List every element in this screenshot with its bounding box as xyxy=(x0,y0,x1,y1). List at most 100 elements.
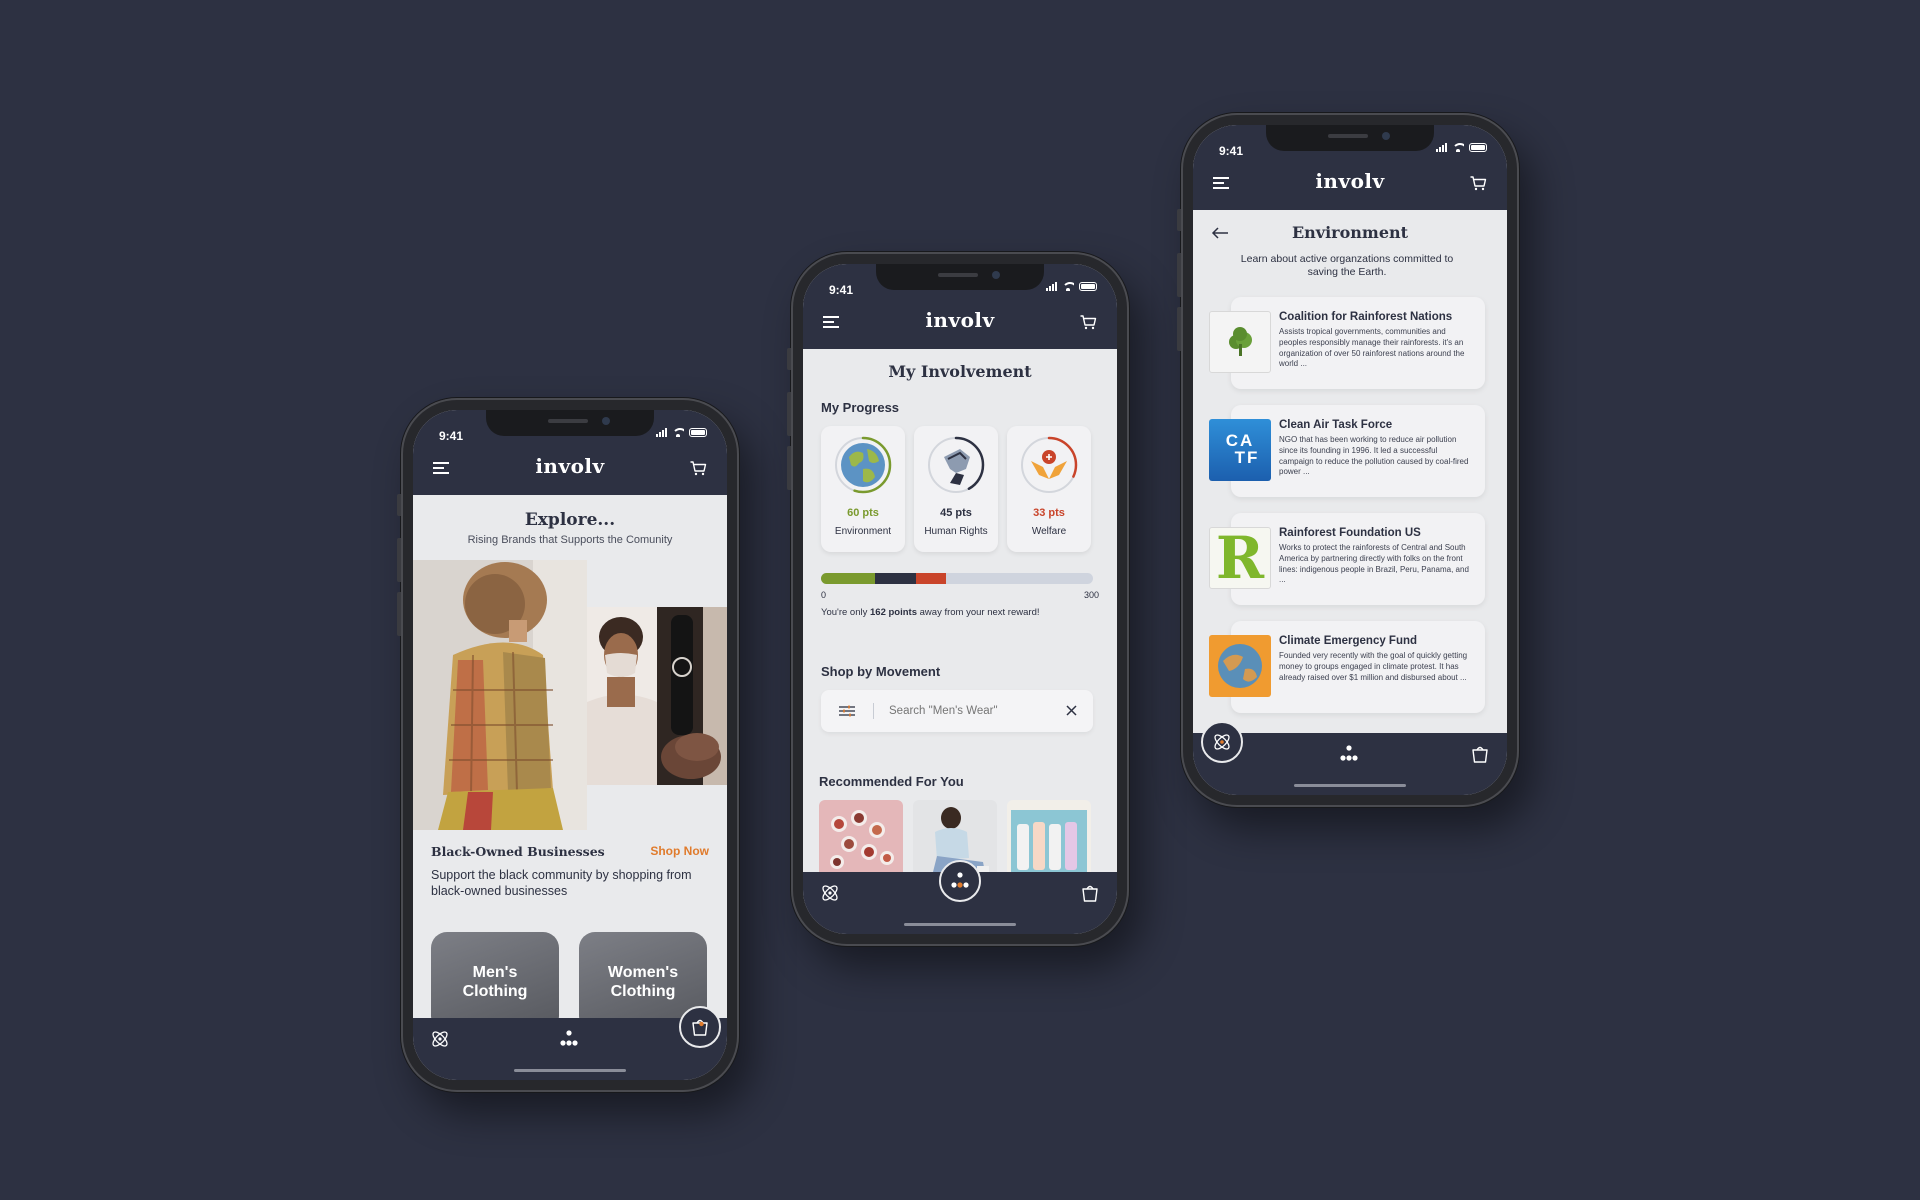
close-icon[interactable] xyxy=(1066,705,1077,716)
progress-card-human-rights[interactable]: 45 pts Human Rights xyxy=(914,426,998,552)
cart-icon[interactable] xyxy=(1080,315,1097,330)
raised-fist-icon xyxy=(944,449,970,485)
search-bar[interactable] xyxy=(821,690,1093,732)
org-description: NGO that has been working to reduce air … xyxy=(1279,435,1469,477)
bar-segment-environment xyxy=(821,573,876,584)
status-icons xyxy=(656,428,707,437)
signal-icon xyxy=(656,428,667,437)
category-card-mens[interactable]: Men's Clothing xyxy=(431,932,559,1032)
bar-segment-human-rights xyxy=(875,573,917,584)
page-title: My Involvement xyxy=(888,362,1032,381)
impact-tab-active[interactable] xyxy=(1201,721,1243,763)
wifi-icon xyxy=(1062,282,1074,291)
reward-points: 162 points xyxy=(870,607,917,618)
progress-ring xyxy=(834,436,892,494)
feature-title: Black-Owned Businesses xyxy=(431,844,605,859)
wifi-icon xyxy=(672,428,684,437)
photo-bottle-in-hands[interactable] xyxy=(657,607,727,785)
atom-icon[interactable] xyxy=(819,882,841,904)
cart-icon[interactable] xyxy=(1470,176,1487,191)
screen: 9:41 involv Environment Learn about acti… xyxy=(1193,125,1507,795)
progress-card-welfare[interactable]: 33 pts Welfare xyxy=(1007,426,1091,552)
org-description: Assists tropical governments, communitie… xyxy=(1279,327,1465,369)
phone-explore: 9:41 involv Explore... Rising Brands tha… xyxy=(397,398,739,1092)
brand-logo: involv xyxy=(925,308,995,332)
reward-message: You're only 162 points away from your ne… xyxy=(821,607,1040,618)
screen: 9:41 involv Explore... Rising Brands tha… xyxy=(413,410,727,1080)
status-icons xyxy=(1436,143,1487,152)
points-value: 33 pts xyxy=(1033,507,1065,519)
points-label: Environment xyxy=(834,526,892,537)
shopping-bag-icon[interactable] xyxy=(1079,882,1101,904)
community-icon[interactable] xyxy=(558,1028,580,1050)
battery-icon xyxy=(689,428,707,437)
shop-heading: Shop by Movement xyxy=(821,664,941,679)
page-title: Explore... xyxy=(524,510,616,530)
progress-heading: My Progress xyxy=(821,400,900,415)
search-input[interactable] xyxy=(889,701,1049,721)
shop-tab-active[interactable] xyxy=(679,1006,721,1048)
filter-icon[interactable] xyxy=(839,705,855,717)
phone-my-involvement: 9:41 involv My Involvement My Progress 6… xyxy=(787,252,1129,946)
home-indicator[interactable] xyxy=(1294,784,1406,787)
recommended-heading: Recommended For You xyxy=(819,774,964,789)
status-time: 9:41 xyxy=(1219,144,1244,158)
status-time: 9:41 xyxy=(439,429,464,443)
recommended-item-lip-colors[interactable] xyxy=(819,800,903,882)
logo-letter: R xyxy=(1215,527,1265,589)
bar-max-label: 300 xyxy=(1083,590,1099,600)
category-label: Women's Clothing xyxy=(607,963,679,1000)
org-description: Works to protect the rainforests of Cent… xyxy=(1279,543,1469,585)
community-icon[interactable] xyxy=(1338,743,1360,765)
globe-logo xyxy=(1209,635,1271,697)
page-title: Environment xyxy=(1291,223,1409,242)
points-label: Human Rights xyxy=(924,526,988,537)
helping-hands-icon xyxy=(1031,450,1067,479)
progress-card-environment[interactable]: 60 pts Environment xyxy=(821,426,905,552)
bar-min-label: 0 xyxy=(821,590,827,600)
points-label: Welfare xyxy=(1031,526,1067,537)
tree-logo xyxy=(1209,311,1271,373)
reward-prefix: You're only xyxy=(821,607,870,618)
progress-ring xyxy=(1020,436,1078,494)
shopping-bag-icon[interactable] xyxy=(1469,743,1491,765)
org-card-climate-emergency-fund[interactable]: Climate Emergency Fund Founded very rece… xyxy=(1209,621,1485,713)
battery-icon xyxy=(1079,282,1097,291)
signal-icon xyxy=(1046,282,1057,291)
home-indicator[interactable] xyxy=(904,923,1016,926)
org-card-rainforest-foundation[interactable]: R Rainforest Foundation US Works to prot… xyxy=(1209,513,1485,605)
atom-icon[interactable] xyxy=(429,1028,451,1050)
phone-environment: 9:41 involv Environment Learn about acti… xyxy=(1177,113,1519,807)
shop-now-link[interactable]: Shop Now xyxy=(650,844,709,858)
logo-text-bottom: TF xyxy=(1234,448,1260,467)
page-subtitle: Learn about active organzations committe… xyxy=(1240,253,1454,279)
org-name: Rainforest Foundation US xyxy=(1279,527,1421,539)
screen: 9:41 involv My Involvement My Progress 6… xyxy=(803,264,1117,934)
recommended-item-bottles[interactable] xyxy=(1007,800,1091,882)
r-logo: R xyxy=(1209,527,1271,589)
cart-icon[interactable] xyxy=(690,461,707,476)
points-value: 60 pts xyxy=(847,507,879,519)
shopping-bag-icon xyxy=(692,1019,708,1036)
top-bar: 9:41 involv xyxy=(413,410,727,495)
page-subtitle: Rising Brands that Supports the Comunity xyxy=(467,534,673,546)
photo-woman-face-mask[interactable] xyxy=(587,607,657,785)
signal-icon xyxy=(1436,143,1447,152)
category-label: Men's Clothing xyxy=(462,963,528,1000)
hero-photo-woman-plaid-jacket[interactable] xyxy=(413,560,587,830)
community-tab-active[interactable] xyxy=(939,860,981,902)
logo-text-top: CA xyxy=(1225,431,1255,450)
reward-suffix: away from your next reward! xyxy=(917,607,1040,618)
org-card-clean-air-task-force[interactable]: CA TF Clean Air Task Force NGO that has … xyxy=(1209,405,1485,497)
feature-description: Support the black community by shopping … xyxy=(431,868,692,898)
wifi-icon xyxy=(1452,143,1464,152)
brand-logo: involv xyxy=(535,454,605,478)
community-icon xyxy=(951,872,969,888)
search-divider xyxy=(873,703,874,719)
org-name: Climate Emergency Fund xyxy=(1279,635,1418,647)
catf-logo: CA TF xyxy=(1209,419,1271,481)
org-card-coalition-rainforest[interactable]: Coalition for Rainforest Nations Assists… xyxy=(1209,297,1485,389)
atom-icon xyxy=(1214,734,1230,750)
org-name: Coalition for Rainforest Nations xyxy=(1279,311,1453,323)
home-indicator[interactable] xyxy=(514,1069,626,1072)
